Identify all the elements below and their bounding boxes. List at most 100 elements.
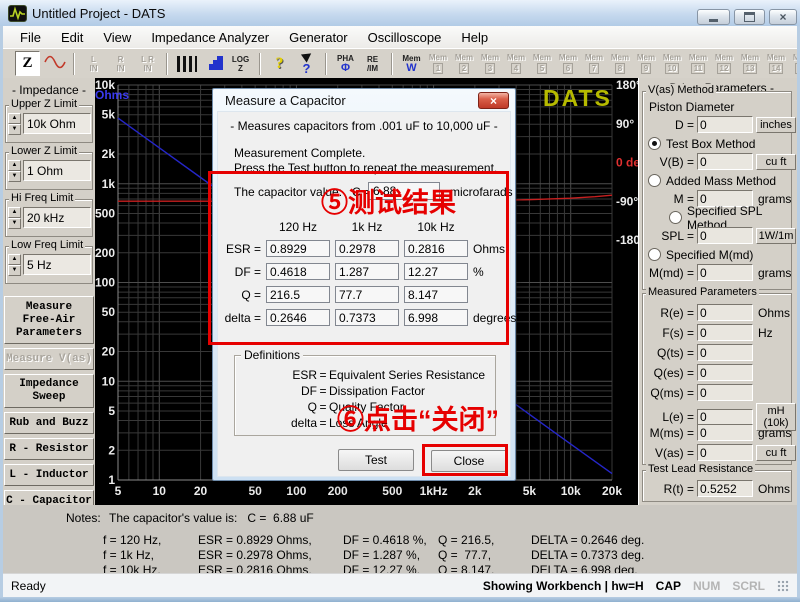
measurement-field-esr-1[interactable] <box>335 240 399 257</box>
measured-l-e-field[interactable] <box>697 409 753 426</box>
dialog-close-button[interactable]: × <box>478 92 509 109</box>
limit-value-field-low-freq-limit[interactable] <box>23 254 91 275</box>
toolbar-log-z-label-1: Z <box>238 64 243 73</box>
vas-v-b-field[interactable] <box>697 153 753 170</box>
mem-number: 2 <box>459 63 469 74</box>
x-axis-tick-label: 5k <box>523 484 537 498</box>
toolbar-phase-button[interactable]: PHAΦ <box>333 51 358 76</box>
spinner: ▲▼ <box>8 254 21 276</box>
toolbar-help-button[interactable]: ? <box>267 51 292 76</box>
resize-grip[interactable] <box>777 580 789 592</box>
radio-specified-spl-method[interactable] <box>669 211 682 224</box>
measured-r-e-field[interactable] <box>697 304 753 321</box>
measured-v-as-label: V(as) = <box>644 446 694 460</box>
spin-up-button[interactable]: ▲ <box>8 254 21 265</box>
spinner: ▲▼ <box>8 207 21 229</box>
mem-label: Mem <box>429 53 447 62</box>
y-axis-tick-label: 100 <box>95 276 115 290</box>
left-button-impedance-sweep[interactable]: Impedance Sweep <box>4 374 94 408</box>
toolbar-re-im-label-1: /IM <box>367 64 378 73</box>
dialog-close-action-button[interactable]: Close <box>431 450 507 472</box>
menu-item-view[interactable]: View <box>94 28 140 47</box>
toolbar-re-im-button[interactable]: RE/IM <box>360 51 385 76</box>
toolbar-sine-button[interactable] <box>42 51 67 76</box>
measured-m-ms-field[interactable] <box>697 424 753 441</box>
measured-q-ms-field[interactable] <box>697 384 753 401</box>
limit-value-field-lower-z-limit[interactable] <box>23 160 91 181</box>
limit-value-field-upper-z-limit[interactable] <box>23 113 91 134</box>
mem-number: 13 <box>743 63 758 74</box>
close-button[interactable]: × <box>769 9 797 25</box>
vas-spl-field[interactable] <box>697 227 753 244</box>
menu-item-impedance-analyzer[interactable]: Impedance Analyzer <box>142 28 278 47</box>
menu-item-generator[interactable]: Generator <box>280 28 357 47</box>
minimize-button[interactable] <box>697 9 730 25</box>
vas-spl-label: SPL = <box>644 229 694 243</box>
capacitor-value-field[interactable] <box>368 182 440 200</box>
group-title: Hi Freq Limit <box>9 192 75 204</box>
measurement-field-delta-1[interactable] <box>335 309 399 326</box>
left-button-l-inductor[interactable]: L - Inductor <box>4 464 94 486</box>
radio-test-box-method[interactable] <box>648 137 661 150</box>
sine-icon <box>44 54 66 73</box>
vas-spl-unit[interactable]: 1W/1m <box>756 228 796 244</box>
measurement-field-df-0[interactable] <box>266 263 330 280</box>
left-button-rub-and-buzz[interactable]: Rub and Buzz <box>4 412 94 434</box>
spin-down-button[interactable]: ▼ <box>8 265 21 276</box>
toolbar-left-in-label-1: IN <box>90 64 98 73</box>
measurement-field-q-0[interactable] <box>266 286 330 303</box>
table-col-header-120-hz: 120 Hz <box>266 220 330 234</box>
toolbar-separator <box>166 53 168 75</box>
spin-down-button[interactable]: ▼ <box>8 124 21 135</box>
toolbar-mem-w-button[interactable]: MemW <box>399 51 424 76</box>
toolbar-separator <box>73 53 75 75</box>
toolbar-impulse-button[interactable] <box>174 51 199 76</box>
toolbar-impedance-z-button[interactable]: Z <box>15 51 40 76</box>
measurement-field-esr-0[interactable] <box>266 240 330 257</box>
left-button-measure-free-air-parameters[interactable]: Measure Free-Air Parameters <box>4 296 94 344</box>
toolbar-spectrum-button[interactable] <box>201 51 226 76</box>
measurement-field-df-1[interactable] <box>335 263 399 280</box>
title-bar[interactable]: Untitled Project - DATS × <box>0 0 800 27</box>
spin-up-button[interactable]: ▲ <box>8 207 21 218</box>
measurement-field-df-2[interactable] <box>404 263 468 280</box>
vas-v-b-unit[interactable]: cu ft <box>756 154 796 170</box>
measured-v-as-field[interactable] <box>697 444 753 461</box>
vas-d-field[interactable] <box>697 116 753 133</box>
toolbar-log-z-button[interactable]: LOGZ <box>228 51 253 76</box>
measured-q-es-field[interactable] <box>697 364 753 381</box>
menu-item-help[interactable]: Help <box>452 28 497 47</box>
measurement-field-esr-2[interactable] <box>404 240 468 257</box>
radio-added-mass-method[interactable] <box>648 174 661 187</box>
measurement-field-delta-0[interactable] <box>266 309 330 326</box>
app-icon <box>8 5 27 22</box>
test-button[interactable]: Test <box>338 449 414 471</box>
menu-item-file[interactable]: File <box>11 28 50 47</box>
spin-up-button[interactable]: ▲ <box>8 113 21 124</box>
limit-value-field-hi-freq-limit[interactable] <box>23 207 91 228</box>
measurement-field-q-2[interactable] <box>404 286 468 303</box>
menu-item-edit[interactable]: Edit <box>52 28 92 47</box>
toolbar-mem-11-button: Mem11 <box>686 51 710 76</box>
y-axis-tick-label: 5k <box>102 108 116 122</box>
test-lead-value-field[interactable] <box>697 480 753 497</box>
radio-specified-m-md[interactable] <box>648 248 661 261</box>
measurement-field-delta-2[interactable] <box>404 309 468 326</box>
toolbar-left-right-in-label-0: L R <box>141 55 154 64</box>
measurement-field-q-1[interactable] <box>335 286 399 303</box>
menu-item-oscilloscope[interactable]: Oscilloscope <box>359 28 451 47</box>
vas-m-md-label: M(md) = <box>644 266 694 280</box>
spin-down-button[interactable]: ▼ <box>8 171 21 182</box>
toolbar-mem-6-button: Mem6 <box>556 51 580 76</box>
phase-axis-tick-label: 180° <box>616 78 638 92</box>
measured-f-s-field[interactable] <box>697 324 753 341</box>
spin-down-button[interactable]: ▼ <box>8 218 21 229</box>
vas-d-unit[interactable]: inches <box>756 117 796 133</box>
measured-q-ts-field[interactable] <box>697 344 753 361</box>
left-button-r-resistor[interactable]: R - Resistor <box>4 438 94 460</box>
toolbar-context-help-button[interactable]: ? <box>294 51 319 76</box>
maximize-button[interactable] <box>734 9 765 25</box>
spin-up-button[interactable]: ▲ <box>8 160 21 171</box>
measured-v-as-unit[interactable]: cu ft <box>756 445 796 461</box>
vas-m-md-field[interactable] <box>697 264 753 281</box>
